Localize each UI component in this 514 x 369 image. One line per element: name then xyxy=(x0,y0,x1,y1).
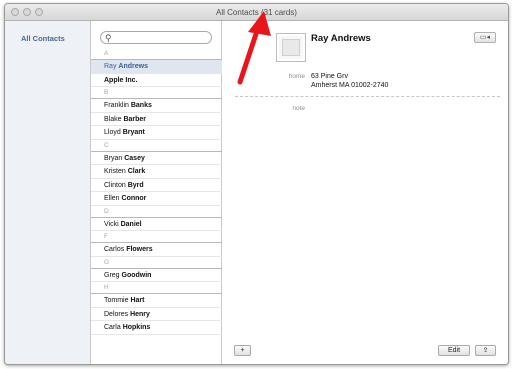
first-name: Tommie xyxy=(104,297,131,304)
groups-sidebar: All Contacts xyxy=(5,21,91,364)
first-name: Delores xyxy=(104,310,131,318)
section-header-a: A xyxy=(91,48,222,60)
section-header-b: B xyxy=(91,87,222,99)
contact-row[interactable]: Lloyd Bryant xyxy=(91,126,222,140)
last-name: Goodwin xyxy=(121,271,152,279)
home-address: 63 Pine Grv Amherst MA 01002-2740 xyxy=(311,72,388,90)
first-name: Greg xyxy=(104,271,122,279)
search-icon: ⚲ xyxy=(105,33,112,43)
contact-row[interactable]: Delores Henry xyxy=(91,308,222,321)
section-header-c: C xyxy=(91,140,222,152)
contact-list-pane: ⚲ A Ray Andrews Apple Inc. B Franklin Banks B… xyxy=(91,21,222,364)
last-name: Clark xyxy=(127,168,146,175)
last-name: Daniel xyxy=(120,220,142,228)
contact-card: Ray Andrews ▭◂ home 63 Pine Grv Amherst … xyxy=(222,21,508,364)
last-name: Andrews xyxy=(118,63,148,70)
section-header-d: D xyxy=(91,206,222,218)
group-all-contacts[interactable]: All Contacts xyxy=(21,34,65,43)
section-header-h: H xyxy=(91,282,222,294)
contact-photo[interactable] xyxy=(276,33,306,62)
last-name: Flowers xyxy=(126,246,153,253)
contact-row[interactable]: Clinton Byrd xyxy=(91,179,222,192)
last-name: Henry xyxy=(130,310,150,318)
photo-placeholder xyxy=(282,39,300,56)
facetime-button[interactable]: ▭◂ xyxy=(474,32,496,43)
share-button[interactable]: ⇪ xyxy=(475,345,496,356)
note-label: note xyxy=(292,105,305,112)
contact-row[interactable]: Blake Barber xyxy=(91,113,222,126)
first-name: Clinton xyxy=(104,181,128,189)
first-name: Vicki xyxy=(104,220,121,228)
address-line-2: Amherst MA 01002-2740 xyxy=(311,82,389,89)
title-bar[interactable]: All Contacts (31 cards) xyxy=(5,4,508,21)
window-title: All Contacts (31 cards) xyxy=(216,8,297,17)
contact-row[interactable]: Carla Hopkins xyxy=(91,321,222,335)
facetime-icon: ▭◂ xyxy=(479,34,491,41)
first-name: Carlos xyxy=(104,246,127,253)
plus-icon: + xyxy=(240,347,245,354)
last-name: Casey xyxy=(124,154,145,162)
contact-row[interactable]: Ray Andrews xyxy=(91,60,222,74)
last-name: Hopkins xyxy=(122,324,151,331)
section-header-f: F xyxy=(91,231,222,243)
first-name: Franklin xyxy=(104,102,131,109)
search-input[interactable] xyxy=(115,33,207,42)
last-name: Hart xyxy=(130,297,145,304)
first-name: Ray xyxy=(104,63,119,70)
first-name: Bryan xyxy=(104,154,125,162)
address-line-1: 63 Pine Grv xyxy=(311,73,348,80)
first-name: Blake xyxy=(104,115,124,123)
contact-row[interactable]: Kristen Clark xyxy=(91,165,222,179)
last-name: Banks xyxy=(130,102,152,109)
edit-button[interactable]: Edit xyxy=(438,345,470,356)
first-name: Ellen xyxy=(104,195,122,202)
contact-row[interactable]: Carlos Flowers xyxy=(91,243,222,257)
contact-name: Ray Andrews xyxy=(311,33,371,44)
last-name: Apple Inc. xyxy=(104,76,138,84)
contact-row[interactable]: Ellen Connor xyxy=(91,192,222,206)
contact-row[interactable]: Tommie Hart xyxy=(91,294,222,308)
share-icon: ⇪ xyxy=(482,347,489,354)
contact-row[interactable]: Vicki Daniel xyxy=(91,218,222,231)
home-label: home xyxy=(288,73,305,80)
contacts-window: All Contacts (31 cards) All Contacts ⚲ A… xyxy=(4,3,509,365)
first-name: Lloyd xyxy=(104,129,123,136)
add-button[interactable]: + xyxy=(234,345,251,356)
last-name: Byrd xyxy=(127,181,144,189)
contact-row[interactable]: Greg Goodwin xyxy=(91,269,222,282)
search-box[interactable]: ⚲ xyxy=(100,31,212,44)
contact-list: A Ray Andrews Apple Inc. B Franklin Banks Bla… xyxy=(91,48,222,335)
section-header-g: G xyxy=(91,257,222,269)
contact-row[interactable]: Franklin Banks xyxy=(91,99,222,113)
last-name: Barber xyxy=(123,115,147,123)
contact-row[interactable]: Apple Inc. xyxy=(91,74,222,87)
field-divider xyxy=(235,96,500,97)
first-name: Carla xyxy=(104,324,123,331)
first-name: Kristen xyxy=(104,168,128,175)
contact-row[interactable]: Bryan Casey xyxy=(91,152,222,165)
last-name: Connor xyxy=(121,195,147,202)
last-name: Bryant xyxy=(122,129,145,136)
